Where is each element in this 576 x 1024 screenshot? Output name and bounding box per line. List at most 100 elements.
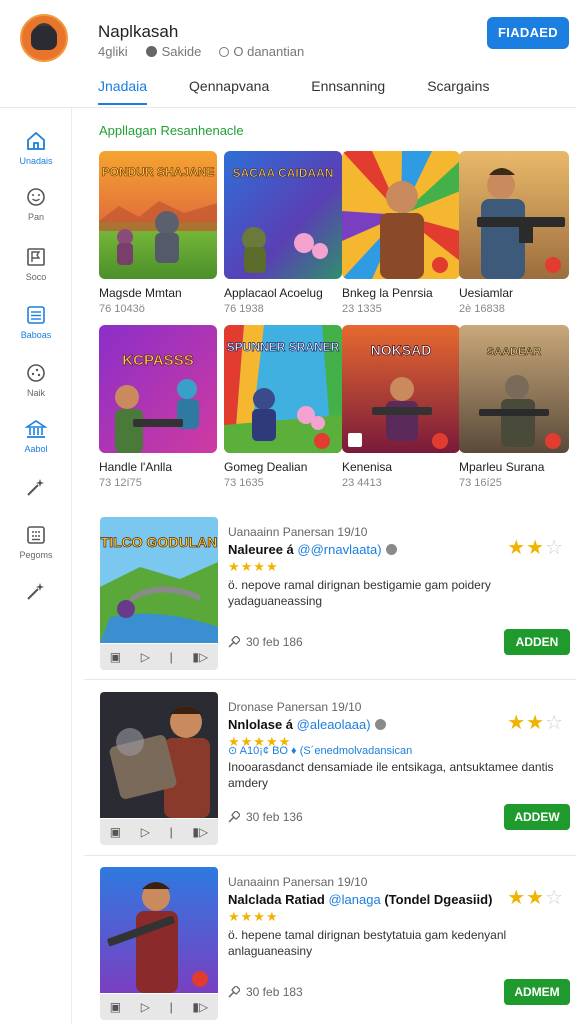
game-card[interactable]: NOKSAD Kenenisa 23 4413	[342, 325, 460, 489]
game-thumbnail[interactable]: SPUNNER SRANER	[224, 325, 342, 453]
badge-icon	[192, 971, 208, 987]
game-art-title: NOKSAD	[371, 342, 432, 358]
review-stars: ★★★★	[228, 559, 279, 574]
sidebar-item-wand-1[interactable]	[0, 476, 72, 502]
tab-fourth[interactable]: Scargains	[427, 78, 489, 105]
game-thumbnail[interactable]	[342, 151, 460, 279]
game-thumbnail[interactable]: PONDUR SHAJANE	[99, 151, 217, 279]
sidebar-item-pegoms[interactable]: Pegoms	[0, 524, 72, 560]
lock-icon[interactable]: ▣	[110, 825, 121, 839]
game-meta: 73 12í75	[99, 477, 142, 489]
review-title: Nalclada Ratiad @lanaga (Tondel Dgeasiid…	[228, 892, 493, 907]
game-title[interactable]: Uesiamlar	[459, 286, 569, 300]
game-art-title: SPUNNER SRANER	[227, 340, 340, 354]
play-icon[interactable]: ▷	[141, 825, 150, 839]
tab-second[interactable]: Qennapvana	[189, 78, 269, 105]
meta-category: Sakide	[145, 44, 201, 59]
compass-icon	[27, 364, 45, 382]
game-meta: 76 1043ö	[99, 303, 145, 315]
sidebar-item-home[interactable]: Unadais	[0, 130, 72, 166]
rating-stars: ★★☆	[507, 887, 564, 909]
pin-icon	[228, 986, 240, 998]
review-handle[interactable]: @lanaga	[328, 892, 380, 907]
review-item: TILCO GODULAN ▣ ▷ | ▮▷ Uanaainn Panersan…	[100, 517, 570, 677]
game-thumbnail[interactable]: SAADEAR	[459, 325, 569, 453]
tab-third[interactable]: Ennsanning	[311, 78, 385, 105]
game-title[interactable]: Magsde Mmtan	[99, 286, 217, 300]
game-title[interactable]: Mparleu Surana	[459, 460, 569, 474]
review-stars: ★★★★	[228, 909, 279, 924]
add-button[interactable]: ADDEW	[504, 804, 570, 830]
game-card[interactable]: SACAA CAIDAAN Applacaol Acoelug 76 1938	[224, 151, 342, 315]
sidebar-item-wand-2[interactable]	[0, 580, 72, 606]
home-icon	[27, 131, 45, 150]
game-title[interactable]: Bnkeg la Penrsia	[342, 286, 460, 300]
add-button[interactable]: ADDEN	[504, 629, 570, 655]
game-card[interactable]: Bnkeg la Penrsia 23 1335	[342, 151, 460, 315]
game-card[interactable]: KCPASSS Handle l'Anlla 73 12í75	[99, 325, 217, 489]
review-handle[interactable]: @@rnavlaata)	[297, 542, 381, 557]
review-body: Inooarasdanct densamiade ile entsikaga, …	[228, 760, 554, 790]
game-card[interactable]: Uesiamlar 2è 16838	[459, 151, 569, 315]
play-icon[interactable]: ▷	[141, 650, 150, 664]
game-thumbnail[interactable]: SACAA CAIDAAN	[224, 151, 342, 279]
review-date: 30 feb 183	[228, 985, 303, 999]
game-title[interactable]: Kenenisa	[342, 460, 460, 474]
app-header: Naplkasah 4gliki Sakide O danantian FIAD…	[0, 0, 576, 108]
sidebar-item-naik[interactable]: Naik	[0, 362, 72, 398]
badge-icon	[545, 257, 561, 273]
badge-icon	[545, 433, 561, 449]
rating-stars: ★★☆	[507, 537, 564, 559]
magic-wand-icon	[27, 583, 44, 600]
play-icon[interactable]: ▷	[141, 1000, 150, 1014]
game-card[interactable]: SPUNNER SRANER Gomeg Dealian 73 1635	[224, 325, 342, 489]
verified-icon	[385, 544, 397, 555]
game-meta: 23 1335	[342, 303, 382, 315]
pin-icon	[228, 636, 240, 648]
game-title[interactable]: Applacaol Acoelug	[224, 286, 342, 300]
video-icon[interactable]: ▮▷	[192, 650, 208, 664]
game-title[interactable]: Handle l'Anlla	[99, 460, 217, 474]
magic-wand-icon	[27, 479, 44, 496]
sidebar-item-soco[interactable]: Soco	[0, 246, 72, 282]
rating-stars: ★★☆	[507, 712, 564, 734]
game-art-title: SAADEAR	[487, 346, 541, 358]
review-thumbnail[interactable]: TILCO GODULAN	[100, 517, 218, 643]
add-button[interactable]: ADMEM	[504, 979, 570, 1005]
review-header: Uanaainn Panersan 19/10	[228, 525, 368, 539]
video-icon[interactable]: ▮▷	[192, 825, 208, 839]
review-thumbnail[interactable]	[100, 867, 218, 993]
meta-downloads: 4gliki	[98, 44, 128, 59]
game-card[interactable]: SAADEAR Mparleu Surana 73 16í25	[459, 325, 569, 489]
tab-overview[interactable]: Jnadaia	[98, 78, 148, 105]
media-controls: ▣ ▷ | ▮▷	[100, 644, 218, 670]
media-controls: ▣ ▷ | ▮▷	[100, 994, 218, 1020]
install-button[interactable]: FIADAED	[487, 17, 569, 49]
review-header: Uanaainn Panersan 19/10	[228, 875, 368, 889]
game-thumbnail[interactable]	[459, 151, 569, 279]
video-icon[interactable]: ▮▷	[192, 1000, 208, 1014]
lock-icon[interactable]: ▣	[110, 650, 121, 664]
circle-icon	[219, 47, 230, 57]
game-card[interactable]: PONDUR SHAJANE Magsde Mmtan 76 1043ö	[99, 151, 217, 315]
sidebar: Unadais Pan Soco Baboas Naik Aabol Pegom…	[0, 108, 72, 1024]
game-meta: 73 16í25	[459, 477, 502, 489]
game-art-title: TILCO GODULAN	[101, 534, 218, 550]
sidebar-item-pan[interactable]: Pan	[0, 186, 72, 222]
sidebar-item-aabol[interactable]: Aabol	[0, 418, 72, 454]
game-art-title: PONDUR SHAJANE	[102, 165, 215, 179]
review-thumbnail[interactable]	[100, 692, 218, 818]
game-title[interactable]: Gomeg Dealian	[224, 460, 342, 474]
game-thumbnail[interactable]: KCPASSS	[99, 325, 217, 453]
review-handle[interactable]: @aleaolaaa)	[297, 717, 371, 732]
sidebar-item-baboas[interactable]: Baboas	[0, 304, 72, 340]
app-name: Naplkasah	[98, 22, 179, 41]
lock-icon[interactable]: ▣	[110, 1000, 121, 1014]
game-meta: 76 1938	[224, 303, 264, 315]
avatar[interactable]	[20, 14, 68, 62]
badge-icon	[432, 257, 448, 273]
game-thumbnail[interactable]: NOKSAD	[342, 325, 460, 453]
media-controls: ▣ ▷ | ▮▷	[100, 819, 218, 845]
flag-icon	[27, 248, 45, 266]
review-title: Naleuree á @@rnavlaata)	[228, 542, 397, 557]
